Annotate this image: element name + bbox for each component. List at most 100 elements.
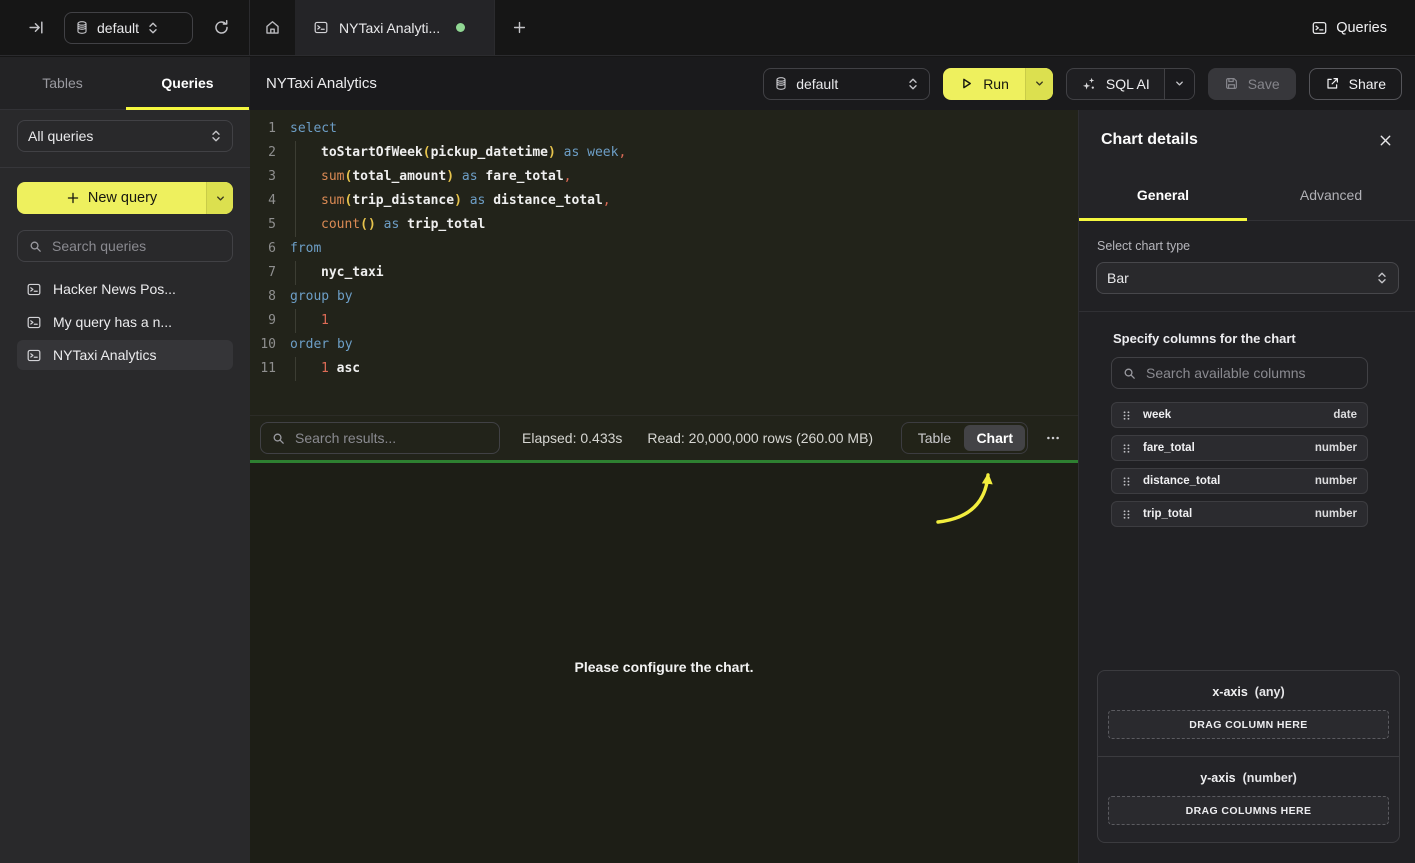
line-number: 1 bbox=[250, 117, 276, 141]
tab-advanced[interactable]: Advanced bbox=[1247, 170, 1415, 220]
database-selector[interactable]: default bbox=[64, 12, 193, 44]
run-button[interactable]: Run bbox=[943, 68, 1053, 100]
code-line[interactable]: 5count() as trip_total bbox=[250, 213, 1078, 237]
code-line-content: sum(total_amount) as fare_total, bbox=[290, 165, 571, 189]
sql-ai-main[interactable]: SQL AI bbox=[1067, 69, 1164, 99]
code-token: trip_total bbox=[407, 217, 485, 232]
new-query-button[interactable]: New query bbox=[17, 182, 233, 214]
line-number: 9 bbox=[250, 309, 276, 333]
column-row[interactable]: weekdate bbox=[1111, 402, 1368, 428]
tab-general[interactable]: General bbox=[1079, 170, 1247, 220]
code-line[interactable]: 8group by bbox=[250, 285, 1078, 309]
results-toolbar: Elapsed: 0.433s Read: 20,000,000 rows (2… bbox=[250, 415, 1078, 460]
code-token: ) bbox=[548, 145, 556, 160]
close-icon[interactable] bbox=[1378, 133, 1393, 148]
run-options-dropdown[interactable] bbox=[1025, 68, 1053, 100]
code-token: sum bbox=[321, 169, 344, 184]
column-name: fare_total bbox=[1143, 442, 1195, 454]
share-button[interactable]: Share bbox=[1309, 68, 1402, 100]
y-axis-dropzone[interactable]: DRAG COLUMNS HERE bbox=[1108, 796, 1389, 825]
chevron-updown-icon bbox=[907, 77, 919, 91]
code-line[interactable]: 2toStartOfWeek(pickup_datetime) as week, bbox=[250, 141, 1078, 165]
code-token: group by bbox=[290, 289, 353, 304]
code-token: total_amount bbox=[352, 169, 446, 184]
code-line[interactable]: 4sum(trip_distance) as distance_total, bbox=[250, 189, 1078, 213]
code-line[interactable]: 7nyc_taxi bbox=[250, 261, 1078, 285]
run-database-selector[interactable]: default bbox=[763, 68, 930, 100]
code-token: week bbox=[587, 145, 618, 160]
sql-ai-dropdown[interactable] bbox=[1164, 69, 1194, 99]
tab-tables[interactable]: Tables bbox=[0, 57, 125, 109]
play-icon bbox=[959, 76, 974, 91]
code-line[interactable]: 6from bbox=[250, 237, 1078, 261]
code-line[interactable]: 3sum(total_amount) as fare_total, bbox=[250, 165, 1078, 189]
more-options-icon[interactable] bbox=[1038, 430, 1068, 446]
line-number: 5 bbox=[250, 213, 276, 237]
main-content: NYTaxi Analytics default Run bbox=[250, 57, 1415, 863]
line-number: 10 bbox=[250, 333, 276, 357]
queries-button[interactable]: Queries bbox=[1311, 20, 1415, 36]
column-type: number bbox=[1315, 508, 1357, 520]
save-button[interactable]: Save bbox=[1208, 68, 1296, 100]
code-line-content: toStartOfWeek(pickup_datetime) as week, bbox=[290, 141, 626, 165]
y-axis-constraint: (number) bbox=[1243, 771, 1297, 785]
toolbar-actions: default Run bbox=[763, 68, 1402, 100]
sql-ai-button[interactable]: SQL AI bbox=[1066, 68, 1195, 100]
refresh-icon[interactable] bbox=[207, 14, 235, 42]
run-button-main[interactable]: Run bbox=[943, 68, 1025, 100]
chart-view-label: Chart bbox=[976, 430, 1013, 446]
search-columns-input[interactable] bbox=[1146, 365, 1357, 381]
tab-queries[interactable]: Queries bbox=[125, 57, 250, 109]
code-token: fare_total bbox=[485, 169, 563, 184]
code-token: 1 bbox=[321, 361, 329, 376]
code-token: order by bbox=[290, 337, 353, 352]
sql-editor[interactable]: 1select2toStartOfWeek(pickup_datetime) a… bbox=[250, 110, 1078, 415]
code-line-content: nyc_taxi bbox=[290, 261, 384, 285]
column-row[interactable]: trip_total number bbox=[1111, 501, 1368, 527]
code-token: sum bbox=[321, 193, 344, 208]
search-queries-input[interactable] bbox=[52, 238, 222, 254]
code-line[interactable]: 10 order by bbox=[250, 333, 1078, 357]
axis-config-box: x-axis(any) DRAG COLUMN HERE y-axis(numb… bbox=[1097, 670, 1400, 843]
query-filter-select[interactable]: All queries bbox=[17, 120, 233, 152]
chart-type-select[interactable]: Bar bbox=[1096, 262, 1399, 294]
code-token: , bbox=[618, 145, 626, 160]
column-row[interactable]: fare_totalnumber bbox=[1111, 435, 1368, 461]
table-view-tab[interactable]: Table bbox=[904, 425, 964, 451]
chevron-updown-icon bbox=[1376, 271, 1388, 285]
query-list-item[interactable]: NYTaxi Analytics bbox=[17, 340, 233, 370]
code-line[interactable]: 91 bbox=[250, 309, 1078, 333]
query-list-item[interactable]: Hacker News Pos... bbox=[17, 274, 233, 304]
search-queries-box bbox=[17, 230, 233, 262]
drag-handle-icon[interactable] bbox=[1120, 507, 1133, 522]
column-row[interactable]: distance_totalnumber bbox=[1111, 468, 1368, 494]
x-axis-dropzone[interactable]: DRAG COLUMN HERE bbox=[1108, 710, 1389, 739]
rows-read: Read: 20,000,000 rows (260.00 MB) bbox=[647, 430, 873, 446]
chart-view-tab[interactable]: Chart bbox=[964, 425, 1025, 451]
search-results-box bbox=[260, 422, 500, 454]
drag-handle-icon[interactable] bbox=[1120, 474, 1133, 489]
columns-section-label: Specify columns for the chart bbox=[1113, 331, 1415, 346]
query-list-item[interactable]: My query has a n... bbox=[17, 307, 233, 337]
home-icon[interactable] bbox=[250, 0, 295, 55]
new-query-label: New query bbox=[88, 190, 157, 206]
left-sidebar: Tables Queries All queries New query bbox=[0, 57, 250, 863]
code-line[interactable]: 1select bbox=[250, 117, 1078, 141]
sparkle-icon bbox=[1081, 76, 1097, 92]
code-token: as bbox=[462, 169, 478, 184]
new-query-main[interactable]: New query bbox=[17, 182, 206, 214]
database-icon bbox=[75, 20, 89, 35]
drag-handle-icon[interactable] bbox=[1120, 408, 1133, 423]
y-axis-label: y-axis bbox=[1200, 771, 1235, 785]
search-results-input[interactable] bbox=[295, 430, 489, 446]
column-name: trip_total bbox=[1143, 508, 1192, 520]
new-query-dropdown[interactable] bbox=[206, 182, 233, 214]
code-line-content: 1 asc bbox=[290, 357, 360, 381]
code-line[interactable]: 111 asc bbox=[250, 357, 1078, 381]
code-token: as bbox=[564, 145, 580, 160]
new-tab-icon[interactable] bbox=[495, 0, 543, 55]
collapse-sidebar-icon[interactable] bbox=[22, 14, 50, 42]
tab-nytaxi-analytics[interactable]: NYTaxi Analyti... bbox=[295, 0, 495, 55]
code-token: as bbox=[470, 193, 486, 208]
drag-handle-icon[interactable] bbox=[1120, 441, 1133, 456]
